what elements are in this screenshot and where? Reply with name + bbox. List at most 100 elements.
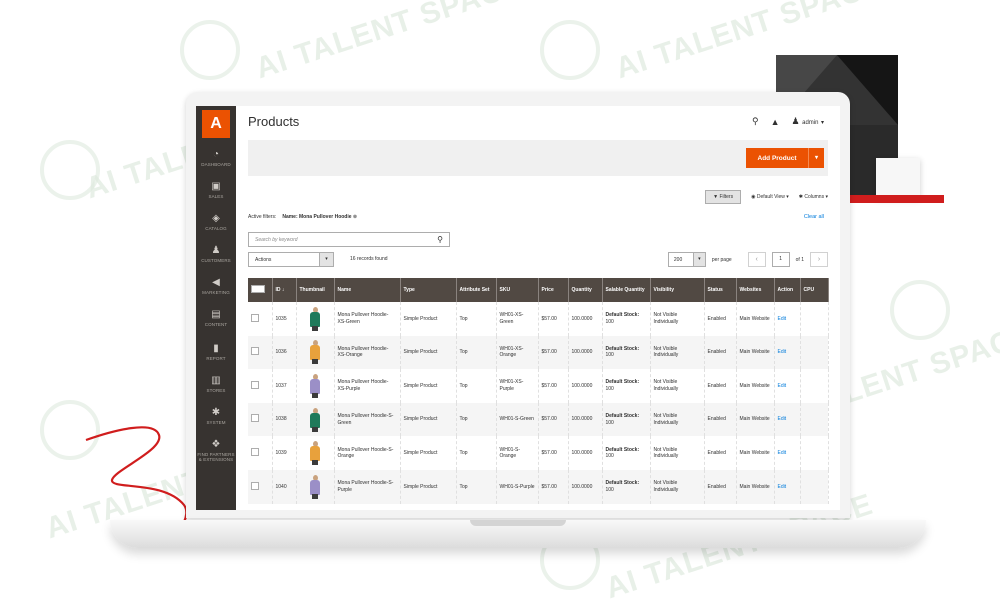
row-checkbox[interactable] [251,313,259,322]
cell-thumbnail [296,402,335,437]
chevron-down-icon[interactable]: ▾ [808,148,824,168]
row-checkbox[interactable] [251,380,259,389]
table-row[interactable]: 1036 Mona Pullover Hoodie-XS-Orange Simple… [248,335,829,370]
next-page-button[interactable]: › [810,252,828,267]
cell-quantity: 100.0000 [568,436,603,470]
cell-price: $57.00 [538,302,569,336]
columns-dropdown[interactable]: ✱ Columns ▾ [799,194,828,200]
cell-id: 1039 [272,436,297,470]
column-header-quantity[interactable]: Quantity [568,278,603,302]
table-row[interactable]: 1035 Mona Pullover Hoodie-XS-Green Simple … [248,302,829,336]
column-header-attribute-set[interactable]: Attribute Set [456,278,497,302]
gear-icon: ✱ [211,407,221,418]
row-select-cell[interactable] [248,335,273,370]
per-page-select[interactable]: 200 ▾ [667,252,706,267]
cell-salable-quantity: Default Stock: 100 [602,469,651,504]
cell-attribute-set: Top [456,335,497,370]
row-select-cell[interactable] [248,302,273,336]
sidebar-item-label: SALES [208,194,224,199]
column-header-sku[interactable]: SKU [496,278,539,302]
cell-thumbnail [296,335,335,370]
filters-button[interactable]: ▼ Filters [705,190,742,204]
bell-icon[interactable]: ▲ [771,117,780,127]
cell-websites: Main Website [736,436,775,470]
add-product-label: Add Product [757,154,797,162]
columns-label: Columns [804,194,825,200]
sidebar-item-customers[interactable]: ♟ CUSTOMERS [196,246,236,264]
cell-id: 1035 [272,302,297,336]
sidebar-item-dashboard[interactable]: ◔ DASHBOARD [196,150,236,168]
row-checkbox[interactable] [251,347,259,356]
cell-salable-quantity: Default Stock: 100 [602,302,651,336]
row-select-cell[interactable] [248,436,273,470]
page-input[interactable]: 1 [771,252,790,267]
column-header-type[interactable]: Type [400,278,457,302]
cell-thumbnail [296,369,335,403]
salable-value: 100 [605,385,614,392]
prev-page-button[interactable]: ‹ [747,252,766,267]
keyword-search-input[interactable]: Search by keyword ⚲ [248,232,450,247]
sidebar-item-content[interactable]: ▤ CONTENT [196,310,236,328]
cell-type: Simple Product [400,335,457,370]
sidebar-item-report[interactable]: ▮ REPORT [196,343,236,362]
bar-chart-icon: ▮ [213,343,219,354]
column-header-name[interactable]: Name [334,278,401,302]
hoodie-shape [310,345,320,361]
edit-link[interactable]: Edit [778,416,787,422]
column-header-cpu[interactable]: CPU [800,278,829,302]
sidebar-item-system[interactable]: ✱ SYSTEM [196,407,236,426]
edit-link[interactable]: Edit [778,450,787,456]
sidebar-item-partners[interactable]: ❖ FIND PARTNERS & EXTENSIONS [196,440,236,463]
row-checkbox[interactable] [251,481,259,490]
select-all-checkbox[interactable] [251,285,265,293]
model-legs [312,460,318,466]
sidebar-item-catalog[interactable]: ◈ CATALOG [196,214,236,232]
column-header-id[interactable]: ID ↓ [272,278,297,302]
cell-salable-quantity: Default Stock: 100 [602,369,651,403]
edit-link[interactable]: Edit [778,383,787,389]
row-select-cell[interactable] [248,469,273,504]
clear-all-link[interactable]: Clear all [804,214,824,220]
column-header-visibility[interactable]: Visibility [650,278,705,302]
default-view-dropdown[interactable]: ◉ Default View ▾ [751,194,789,200]
table-row[interactable]: 1037 Mona Pullover Hoodie-XS-Purple Simple… [248,369,829,403]
brand-logo[interactable]: A [202,110,230,138]
cell-id: 1037 [272,369,297,403]
cell-price: $57.00 [538,402,569,437]
cell-sku: WH01-S-Green [496,402,539,437]
search-icon[interactable]: ⚲ [437,235,443,244]
row-checkbox[interactable] [251,414,259,423]
column-header-status[interactable]: Status [704,278,737,302]
remove-filter-icon[interactable]: ⊗ [353,214,357,220]
table-row[interactable]: 1040 Mona Pullover Hoodie-S-Purple Simple … [248,469,829,504]
cell-thumbnail [296,302,335,336]
mass-actions-select[interactable]: Actions ▾ [248,252,334,267]
cell-status: Enabled [704,369,737,403]
sidebar-item-stores[interactable]: ▥ STORES [196,376,236,394]
sidebar-item-marketing[interactable]: ◀ MARKETING [196,278,236,296]
select-all-header[interactable] [248,278,273,302]
cell-status: Enabled [704,436,737,470]
cell-thumbnail [296,436,335,470]
edit-link[interactable]: Edit [778,349,787,355]
user-menu[interactable]: ♟ admin ▾ [792,116,824,127]
salable-value: 100 [605,486,614,493]
add-product-button[interactable]: Add Product ▾ [746,148,824,168]
hoodie-shape [310,311,320,327]
default-view-label: Default View [756,194,785,200]
row-select-cell[interactable] [248,369,273,403]
column-header-price[interactable]: Price [538,278,569,302]
column-header-websites[interactable]: Websites [736,278,775,302]
row-checkbox[interactable] [251,447,259,456]
row-select-cell[interactable] [248,402,273,437]
table-row[interactable]: 1038 Mona Pullover Hoodie-S-Green Simple P… [248,402,829,437]
cell-sku: WH01-XS-Purple [496,369,539,403]
hoodie-shape [310,479,320,495]
edit-link[interactable]: Edit [778,484,787,490]
sidebar-item-sales[interactable]: ▣ SALES [196,182,236,200]
page-total: of 1 [795,256,804,263]
stage: AI TALENT SPACE AI TALENT SPACE AI TALEN… [0,0,1000,600]
table-row[interactable]: 1039 Mona Pullover Hoodie-S-Orange Simple … [248,436,829,470]
edit-link[interactable]: Edit [778,316,787,322]
search-icon[interactable]: ⚲ [752,116,759,127]
